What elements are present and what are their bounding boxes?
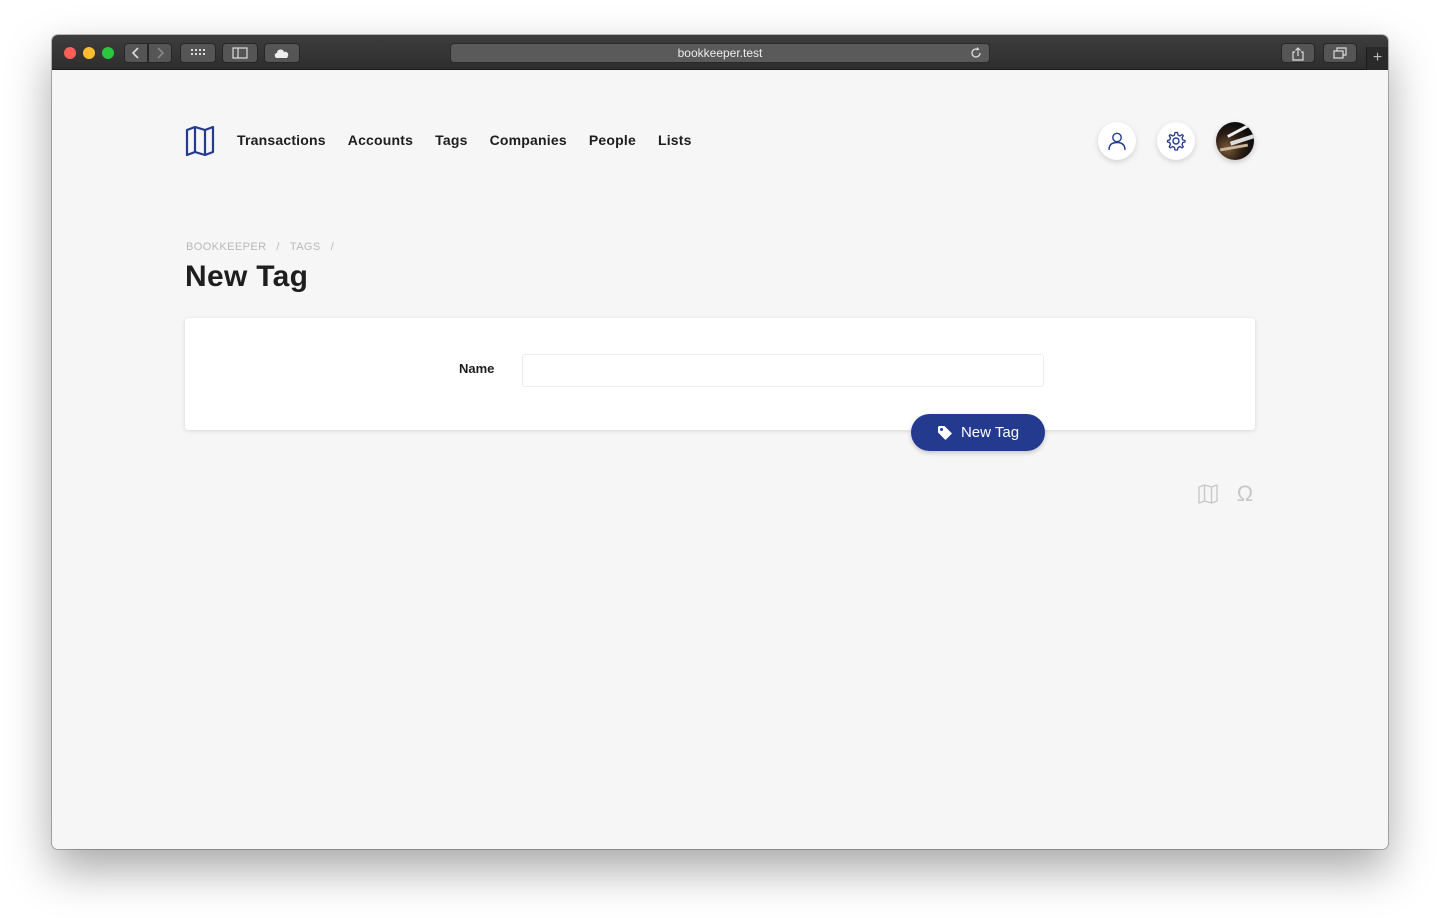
gear-icon xyxy=(1166,131,1186,151)
grid-icon xyxy=(191,49,205,55)
nav-lists[interactable]: Lists xyxy=(658,132,692,148)
name-field[interactable] xyxy=(522,354,1044,387)
top-sites-button[interactable] xyxy=(180,43,216,63)
plus-icon: + xyxy=(1372,49,1383,66)
breadcrumb-item-bookkeeper[interactable]: BOOKKEEPER xyxy=(186,241,266,253)
tabs-icon xyxy=(1333,47,1347,59)
name-field-label: Name xyxy=(459,361,495,376)
omega-icon[interactable]: Ω xyxy=(1234,483,1256,505)
minimize-window-button[interactable] xyxy=(83,47,95,59)
browser-window: bookkeeper.test + Transactions Accounts … xyxy=(52,35,1388,849)
nav-tags[interactable]: Tags xyxy=(435,132,467,148)
sidebar-button[interactable] xyxy=(222,43,258,63)
main-nav: Transactions Accounts Tags Companies Peo… xyxy=(237,132,692,148)
map-logo-icon[interactable] xyxy=(185,125,215,157)
share-icon xyxy=(1292,47,1304,61)
new-tag-submit-label: New Tag xyxy=(960,424,1020,441)
settings-button[interactable] xyxy=(1157,122,1195,160)
map-icon[interactable] xyxy=(1197,483,1219,505)
new-tab-button[interactable]: + xyxy=(1366,47,1388,70)
icloud-tabs-button[interactable] xyxy=(264,43,300,63)
close-window-button[interactable] xyxy=(64,47,76,59)
nav-people[interactable]: People xyxy=(589,132,636,148)
nav-companies[interactable]: Companies xyxy=(490,132,567,148)
user-button[interactable] xyxy=(1098,122,1136,160)
breadcrumb-separator: / xyxy=(330,241,335,253)
reload-icon[interactable] xyxy=(969,46,983,60)
page-content: Transactions Accounts Tags Companies Peo… xyxy=(52,70,1388,849)
back-button[interactable] xyxy=(124,43,148,63)
url-text: bookkeeper.test xyxy=(677,46,763,60)
new-tag-submit-button[interactable]: New Tag xyxy=(911,414,1045,451)
tag-form-card: Name xyxy=(185,318,1255,430)
address-bar[interactable]: bookkeeper.test xyxy=(450,43,990,63)
cloud-icon xyxy=(274,49,289,58)
nav-transactions[interactable]: Transactions xyxy=(237,132,326,148)
sidebar-icon xyxy=(232,47,248,59)
page-title: New Tag xyxy=(185,260,309,293)
zoom-window-button[interactable] xyxy=(102,47,114,59)
tag-icon xyxy=(937,425,952,440)
nav-accounts[interactable]: Accounts xyxy=(348,132,413,148)
share-button[interactable] xyxy=(1281,43,1315,63)
breadcrumb: BOOKKEEPER / TAGS / xyxy=(186,241,334,253)
browser-titlebar: bookkeeper.test + xyxy=(52,35,1388,70)
user-icon xyxy=(1108,132,1126,151)
breadcrumb-separator: / xyxy=(276,241,280,253)
breadcrumb-item-tags[interactable]: TAGS xyxy=(290,241,321,253)
back-icon xyxy=(131,47,139,59)
avatar[interactable] xyxy=(1216,122,1254,160)
tab-overview-button[interactable] xyxy=(1323,43,1357,63)
forward-button[interactable] xyxy=(148,43,172,63)
forward-icon xyxy=(157,47,165,59)
